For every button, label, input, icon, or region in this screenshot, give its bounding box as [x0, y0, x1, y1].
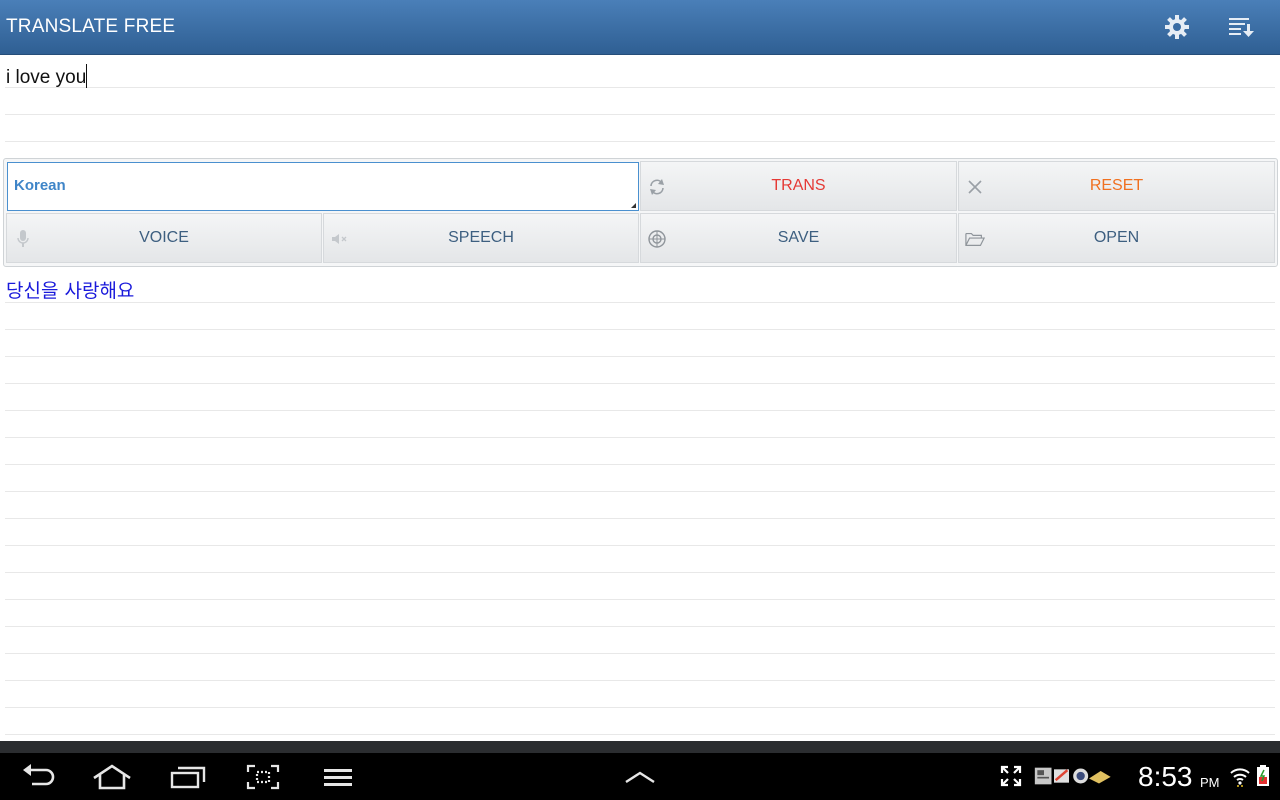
- source-text-area[interactable]: i love you: [5, 61, 1275, 142]
- translation-text: 당신을 사랑해요: [6, 280, 135, 302]
- source-text: i love you: [6, 67, 87, 88]
- trans-button[interactable]: TRANS: [640, 161, 957, 211]
- refresh-icon: [647, 177, 667, 197]
- recent-apps-icon[interactable]: [158, 753, 218, 800]
- open-label: OPEN: [1093, 229, 1140, 246]
- wifi-icon: [1229, 765, 1251, 787]
- speech-label: SPEECH: [448, 229, 514, 246]
- language-value: Korean: [14, 177, 66, 194]
- speech-button[interactable]: SPEECH: [323, 213, 639, 263]
- system-navigation-bar: 8:53 PM: [0, 753, 1280, 800]
- app-title: TRANSLATE FREE: [6, 16, 176, 37]
- voice-button[interactable]: VOICE: [6, 213, 322, 263]
- save-label: SAVE: [777, 229, 820, 246]
- navigation-separator: [0, 741, 1280, 753]
- control-panel: Korean TRANS RESET VOICE SPEECH SAVE OPE…: [3, 158, 1278, 267]
- microphone-icon: [13, 229, 33, 249]
- close-icon: [965, 177, 985, 197]
- reset-button[interactable]: RESET: [958, 161, 1275, 211]
- language-field[interactable]: Korean: [7, 162, 639, 211]
- voice-label: VOICE: [139, 229, 189, 246]
- back-icon[interactable]: [8, 753, 68, 800]
- gear-icon[interactable]: [1160, 10, 1194, 44]
- source-text-wrapper: i love you: [6, 64, 88, 89]
- notification-icons[interactable]: [1034, 765, 1114, 787]
- screenshot-icon[interactable]: [233, 753, 293, 800]
- trans-label: TRANS: [771, 177, 826, 194]
- text-caret: [86, 64, 88, 88]
- up-chevron-icon[interactable]: [610, 753, 670, 800]
- save-disc-icon: [647, 229, 667, 249]
- open-button[interactable]: OPEN: [958, 213, 1275, 263]
- sort-download-icon[interactable]: [1224, 10, 1258, 44]
- menu-icon[interactable]: [308, 753, 368, 800]
- clock-ampm: PM: [1200, 775, 1220, 790]
- resize-corner-icon: [631, 203, 636, 208]
- translation-output-area[interactable]: 당신을 사랑해요: [5, 276, 1275, 735]
- action-bar: TRANSLATE FREE: [0, 0, 1280, 55]
- app-root: TRANSLATE FREE i love you Korean TRANS R…: [0, 0, 1280, 800]
- save-button[interactable]: SAVE: [640, 213, 957, 263]
- reset-label: RESET: [1089, 177, 1144, 194]
- fullscreen-icon[interactable]: [1000, 765, 1022, 787]
- clock-time: 8:53: [1138, 761, 1193, 792]
- speaker-muted-icon: [330, 229, 350, 249]
- battery-icon: [1254, 765, 1272, 787]
- folder-icon: [965, 229, 985, 249]
- home-icon[interactable]: [82, 753, 142, 800]
